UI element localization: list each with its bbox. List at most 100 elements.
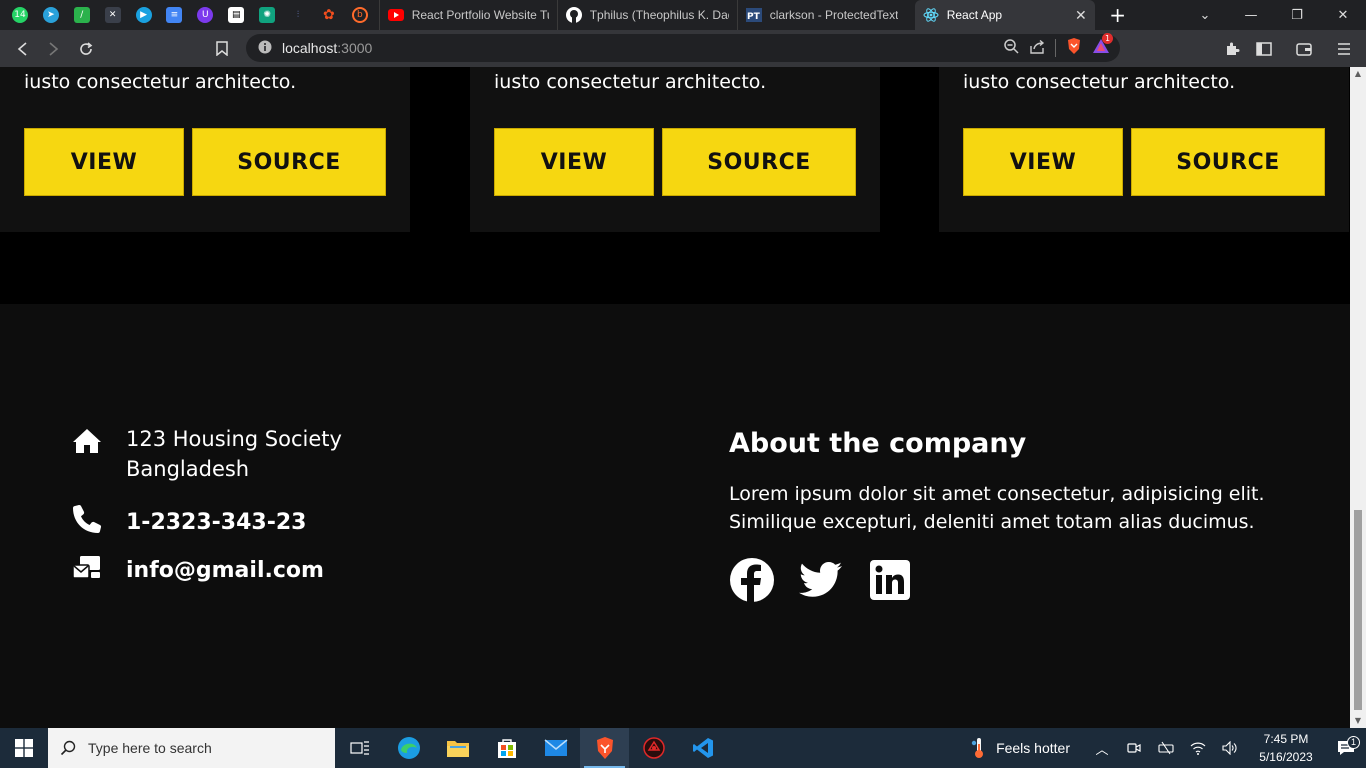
tab-react-app[interactable]: React App ✕: [914, 0, 1095, 30]
taskbar-app-mail[interactable]: [531, 728, 580, 768]
view-button[interactable]: VIEW: [963, 128, 1123, 196]
share-icon[interactable]: [1029, 39, 1045, 58]
taskbar-app-other[interactable]: [629, 728, 678, 768]
tab-title: clarkson - ProtectedText: [769, 8, 899, 22]
view-button[interactable]: VIEW: [24, 128, 184, 196]
brave-shields-icon[interactable]: [1066, 37, 1082, 59]
forward-icon[interactable]: [38, 33, 70, 65]
pinned-tab-feedly[interactable]: /: [70, 3, 94, 27]
project-description: iusto consectetur architecto.: [494, 71, 767, 93]
project-description: iusto consectetur architecto.: [24, 71, 297, 93]
taskbar-app-store[interactable]: [482, 728, 531, 768]
taskbar-clock[interactable]: 7:45 PM 5/16/2023: [1246, 730, 1326, 766]
tab-protectedtext[interactable]: PT clarkson - ProtectedText: [736, 0, 915, 30]
telegram-icon: ➤: [42, 7, 59, 23]
new-tab-button[interactable]: +: [1103, 3, 1133, 27]
pinned-tab-telegram[interactable]: ➤: [39, 3, 63, 27]
brave-rewards-icon[interactable]: 1: [1092, 33, 1114, 58]
mail-icon: [544, 739, 567, 756]
wallet-icon[interactable]: [1288, 33, 1320, 65]
taskbar-app-file-explorer[interactable]: [433, 728, 482, 768]
phone-icon: [73, 504, 102, 533]
facebook-icon[interactable]: [729, 557, 775, 603]
pinned-tabs: 14 ➤ / ✕ ▶ ≡ U ▤ ✺ ⫶ ✿ b: [0, 0, 379, 30]
edge-icon: [397, 737, 420, 759]
phone-text[interactable]: 1-2323-343-23: [126, 510, 306, 535]
source-button[interactable]: SOURCE: [662, 128, 856, 196]
rewards-badge: 1: [1102, 33, 1114, 44]
taskbar-search[interactable]: Type here to search: [48, 728, 335, 768]
taskbar-app-vscode[interactable]: [678, 728, 727, 768]
view-button[interactable]: VIEW: [494, 128, 654, 196]
window-controls: ⌄ — ❐ ✕: [1182, 0, 1366, 30]
react-icon: [923, 7, 939, 23]
address-bar[interactable]: localhost:3000 1: [246, 33, 1120, 62]
close-window-icon[interactable]: ✕: [1320, 0, 1366, 30]
scroll-up-icon[interactable]: ▲: [1350, 67, 1366, 81]
about-title: About the company: [729, 428, 1027, 459]
page-scrollbar[interactable]: ▲ ▼: [1350, 67, 1366, 728]
meet-now-icon[interactable]: [1118, 741, 1150, 755]
docs-icon: ≡: [166, 7, 183, 23]
scroll-down-icon[interactable]: ▼: [1350, 714, 1366, 728]
start-button[interactable]: [0, 728, 48, 768]
url-text: localhost:3000: [282, 40, 372, 56]
tab-github-profile[interactable]: Tphilus (Theophilus K. Dadz: [556, 0, 737, 30]
pinned-tab-notion[interactable]: ▤: [224, 3, 248, 27]
chatgpt-icon: ✺: [259, 7, 276, 23]
volume-icon[interactable]: [1214, 741, 1246, 755]
pinned-tab-figma[interactable]: ✿: [317, 3, 341, 27]
svg-text:PT: PT: [747, 12, 761, 22]
task-view-icon: [349, 741, 369, 755]
pinned-tab-player[interactable]: ▶: [132, 3, 156, 27]
close-tab-icon[interactable]: ✕: [1069, 7, 1087, 24]
reload-icon[interactable]: [70, 33, 102, 65]
scrollbar-thumb[interactable]: [1354, 510, 1362, 710]
task-view-button[interactable]: [335, 728, 384, 768]
tab-title: Tphilus (Theophilus K. Dadz: [589, 8, 729, 22]
project-card: iusto consectetur architecto. VIEW SOURC…: [939, 67, 1349, 232]
pinned-tab-u[interactable]: U: [193, 3, 217, 27]
url-host: localhost: [282, 40, 338, 56]
page-viewport: iusto consectetur architecto. VIEW SOURC…: [0, 67, 1350, 728]
player-icon: ▶: [135, 7, 152, 23]
wifi-icon[interactable]: [1182, 741, 1214, 755]
github-icon: [565, 7, 582, 23]
sidebar-icon[interactable]: [1248, 33, 1280, 65]
extensions-icon[interactable]: [1216, 33, 1248, 65]
zoom-icon[interactable]: [1004, 38, 1019, 58]
pinned-tab-docs[interactable]: ≡: [162, 3, 186, 27]
show-hidden-icons-icon[interactable]: ︿: [1086, 739, 1118, 758]
taskbar-app-edge[interactable]: [384, 728, 433, 768]
pen-input-icon[interactable]: [1150, 741, 1182, 755]
clock-date: 5/16/2023: [1259, 750, 1313, 764]
pinned-tab-tools[interactable]: ✕: [101, 3, 125, 27]
back-icon[interactable]: [6, 33, 38, 65]
notion-icon: ▤: [228, 7, 245, 23]
taskbar-app-brave[interactable]: [580, 728, 629, 768]
about-text: Lorem ipsum dolor sit amet consectetur, …: [729, 483, 1265, 533]
menu-icon[interactable]: [1328, 33, 1360, 65]
project-card: iusto consectetur architecto. VIEW SOURC…: [0, 67, 410, 232]
pinned-tab-whatsapp[interactable]: 14: [8, 3, 32, 27]
weather-widget[interactable]: Feels hotter: [970, 737, 1070, 759]
notification-center[interactable]: 1: [1326, 736, 1366, 756]
tab-react-portfolio-tutorial[interactable]: React Portfolio Website Tut: [378, 0, 557, 30]
store-icon: [497, 739, 516, 758]
source-button[interactable]: SOURCE: [1131, 128, 1325, 196]
thermometer-icon: [971, 738, 984, 758]
twitter-icon[interactable]: [798, 557, 844, 603]
restore-icon[interactable]: ❐: [1274, 0, 1320, 30]
pinned-tab-analytics[interactable]: ⫶: [286, 3, 310, 27]
minimize-icon[interactable]: —: [1228, 0, 1274, 30]
site-info-icon[interactable]: [258, 39, 272, 58]
tab-title: React Portfolio Website Tut: [411, 8, 549, 22]
bookmark-icon[interactable]: [206, 33, 238, 65]
pinned-tab-b[interactable]: b: [348, 3, 372, 27]
b-icon: b: [351, 7, 368, 23]
source-button[interactable]: SOURCE: [192, 128, 386, 196]
linkedin-icon[interactable]: [867, 557, 913, 603]
pinned-tab-chatgpt[interactable]: ✺: [255, 3, 279, 27]
tab-search-icon[interactable]: ⌄: [1182, 0, 1228, 30]
email-text[interactable]: info@gmail.com: [126, 558, 324, 583]
